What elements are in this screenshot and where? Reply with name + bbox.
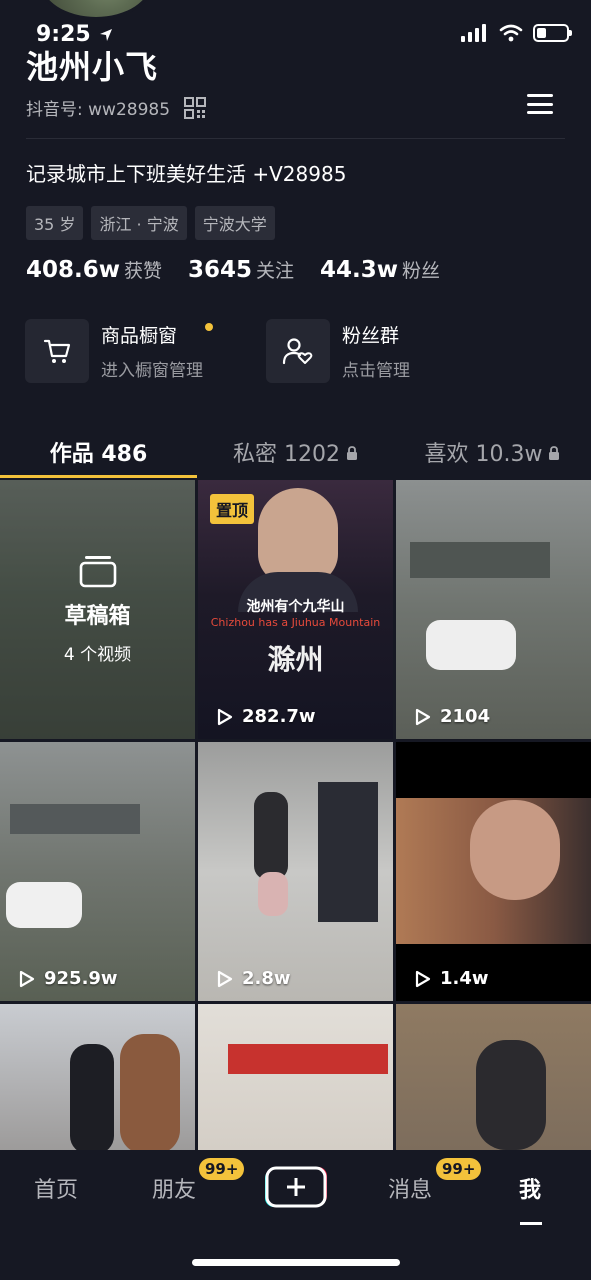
- tag-school: 宁波大学: [194, 206, 275, 240]
- drafts-title: 草稿箱: [64, 604, 131, 629]
- tab-private[interactable]: 私密 1202: [197, 425, 394, 479]
- video-thumbnail[interactable]: 925.9w: [0, 742, 195, 1001]
- video-overlay-big: 滁州: [267, 643, 324, 676]
- fan-group-icon: [266, 319, 330, 383]
- tag-location: 浙江 · 宁波: [91, 206, 187, 240]
- nav-messages[interactable]: 消息: [388, 1172, 432, 1204]
- friends-badge: 99+: [199, 1158, 245, 1180]
- video-overlay-text: 池州有个九华山: [246, 599, 345, 615]
- notification-dot: [205, 323, 213, 331]
- nav-me[interactable]: 我: [519, 1172, 541, 1204]
- location-arrow-icon: [100, 29, 113, 41]
- status-icons: [461, 24, 572, 42]
- drafts-count: 4 个视频: [63, 645, 132, 665]
- play-icon: [415, 970, 431, 987]
- video-thumbnail[interactable]: 2104: [396, 480, 591, 739]
- pinned-badge: 置顶: [210, 494, 255, 524]
- tag-age: 35 岁: [26, 206, 84, 240]
- play-count-value: 282.7w: [242, 706, 316, 727]
- fan-group-sub: 点击管理: [342, 361, 410, 381]
- video-thumbnail[interactable]: [396, 1004, 591, 1150]
- douyin-id-label: 抖音号: ww28985: [26, 100, 171, 120]
- nav-friends[interactable]: 朋友: [152, 1172, 196, 1204]
- create-button[interactable]: [263, 1166, 327, 1208]
- video-thumbnail[interactable]: [198, 1004, 393, 1150]
- play-count: 1.4w: [412, 968, 489, 989]
- stat-followers-num: 44.3w: [320, 257, 399, 283]
- shop-window-sub: 进入橱窗管理: [101, 361, 203, 381]
- play-count-value: 2104: [440, 706, 491, 727]
- profile-bio: 记录城市上下班美好生活 +V28985: [26, 162, 347, 186]
- bottom-nav: 首页 朋友 99+ 消息 99+ 我: [0, 1150, 591, 1280]
- signal-icon: [461, 24, 486, 42]
- nav-home[interactable]: 首页: [34, 1172, 78, 1204]
- avatar[interactable]: [38, 0, 154, 20]
- stat-likes-num: 408.6w: [26, 257, 120, 283]
- play-count: 925.9w: [16, 968, 118, 989]
- play-icon: [217, 708, 233, 725]
- tab-underline: [0, 475, 197, 478]
- video-grid: 草稿箱 4 个视频 置顶 池州有个九华山 Chizhou has a Jiuhu…: [0, 480, 591, 1150]
- play-icon: [217, 970, 233, 987]
- shop-window-title: 商品橱窗: [101, 321, 213, 348]
- stat-likes-label: 获赞: [124, 260, 163, 282]
- nav-active-indicator: [520, 1222, 542, 1225]
- play-count: 2.8w: [214, 968, 291, 989]
- play-count: 2104: [412, 706, 490, 727]
- shop-window-button[interactable]: 商品橱窗 进入橱窗管理: [25, 319, 213, 383]
- plus-icon: [265, 1166, 327, 1208]
- douyin-id[interactable]: 抖音号: ww28985: [26, 95, 207, 120]
- play-icon: [19, 970, 35, 987]
- tab-liked-label: 喜欢 10.3w: [424, 442, 543, 467]
- menu-icon[interactable]: [527, 94, 553, 114]
- home-indicator: [192, 1259, 400, 1266]
- stat-likes[interactable]: 408.6w 获赞: [26, 256, 162, 283]
- play-count-value: 2.8w: [242, 968, 291, 989]
- video-thumbnail[interactable]: 2.8w: [198, 742, 393, 1001]
- video-person: [258, 488, 338, 584]
- profile-name: 池州小飞: [26, 48, 159, 86]
- battery-icon: [533, 24, 572, 42]
- tab-works[interactable]: 作品 486: [0, 425, 197, 479]
- stat-following[interactable]: 3645 关注: [188, 256, 294, 283]
- stat-followers[interactable]: 44.3w 粉丝: [320, 256, 440, 283]
- content-tabs: 作品 486 私密 1202 喜欢 10.3w: [0, 425, 591, 479]
- divider: [26, 138, 565, 139]
- video-overlay-english: Chizhou has a Jiuhua Mountain: [210, 616, 381, 629]
- tab-private-label: 私密 1202: [233, 442, 340, 467]
- lock-icon: [346, 446, 357, 460]
- play-count-value: 925.9w: [44, 968, 118, 989]
- tab-liked[interactable]: 喜欢 10.3w: [394, 425, 591, 479]
- tab-works-label: 作品 486: [49, 442, 148, 467]
- fan-group-button[interactable]: 粉丝群 点击管理: [266, 319, 410, 383]
- video-thumbnail-pinned[interactable]: 置顶 池州有个九华山 Chizhou has a Jiuhua Mountain…: [198, 480, 393, 739]
- play-count-value: 1.4w: [440, 968, 489, 989]
- video-thumbnail[interactable]: 1.4w: [396, 742, 591, 1001]
- wifi-icon: [499, 24, 523, 42]
- drafts-folder-icon: [79, 556, 116, 588]
- drafts-cell[interactable]: 草稿箱 4 个视频: [0, 480, 195, 739]
- play-icon: [415, 708, 431, 725]
- play-count: 282.7w: [214, 706, 316, 727]
- stat-following-num: 3645: [188, 257, 253, 283]
- profile-tags: 35 岁 浙江 · 宁波 宁波大学: [26, 206, 275, 240]
- video-thumbnail[interactable]: [0, 1004, 195, 1150]
- messages-badge: 99+: [436, 1158, 482, 1180]
- stat-following-label: 关注: [256, 260, 295, 282]
- lock-icon: [549, 446, 560, 460]
- cart-icon: [25, 319, 89, 383]
- profile-stats: 408.6w 获赞 3645 关注 44.3w 粉丝: [26, 256, 440, 283]
- fan-group-title: 粉丝群: [342, 325, 400, 347]
- qr-code-icon[interactable]: [184, 96, 207, 119]
- stat-followers-label: 粉丝: [402, 260, 441, 282]
